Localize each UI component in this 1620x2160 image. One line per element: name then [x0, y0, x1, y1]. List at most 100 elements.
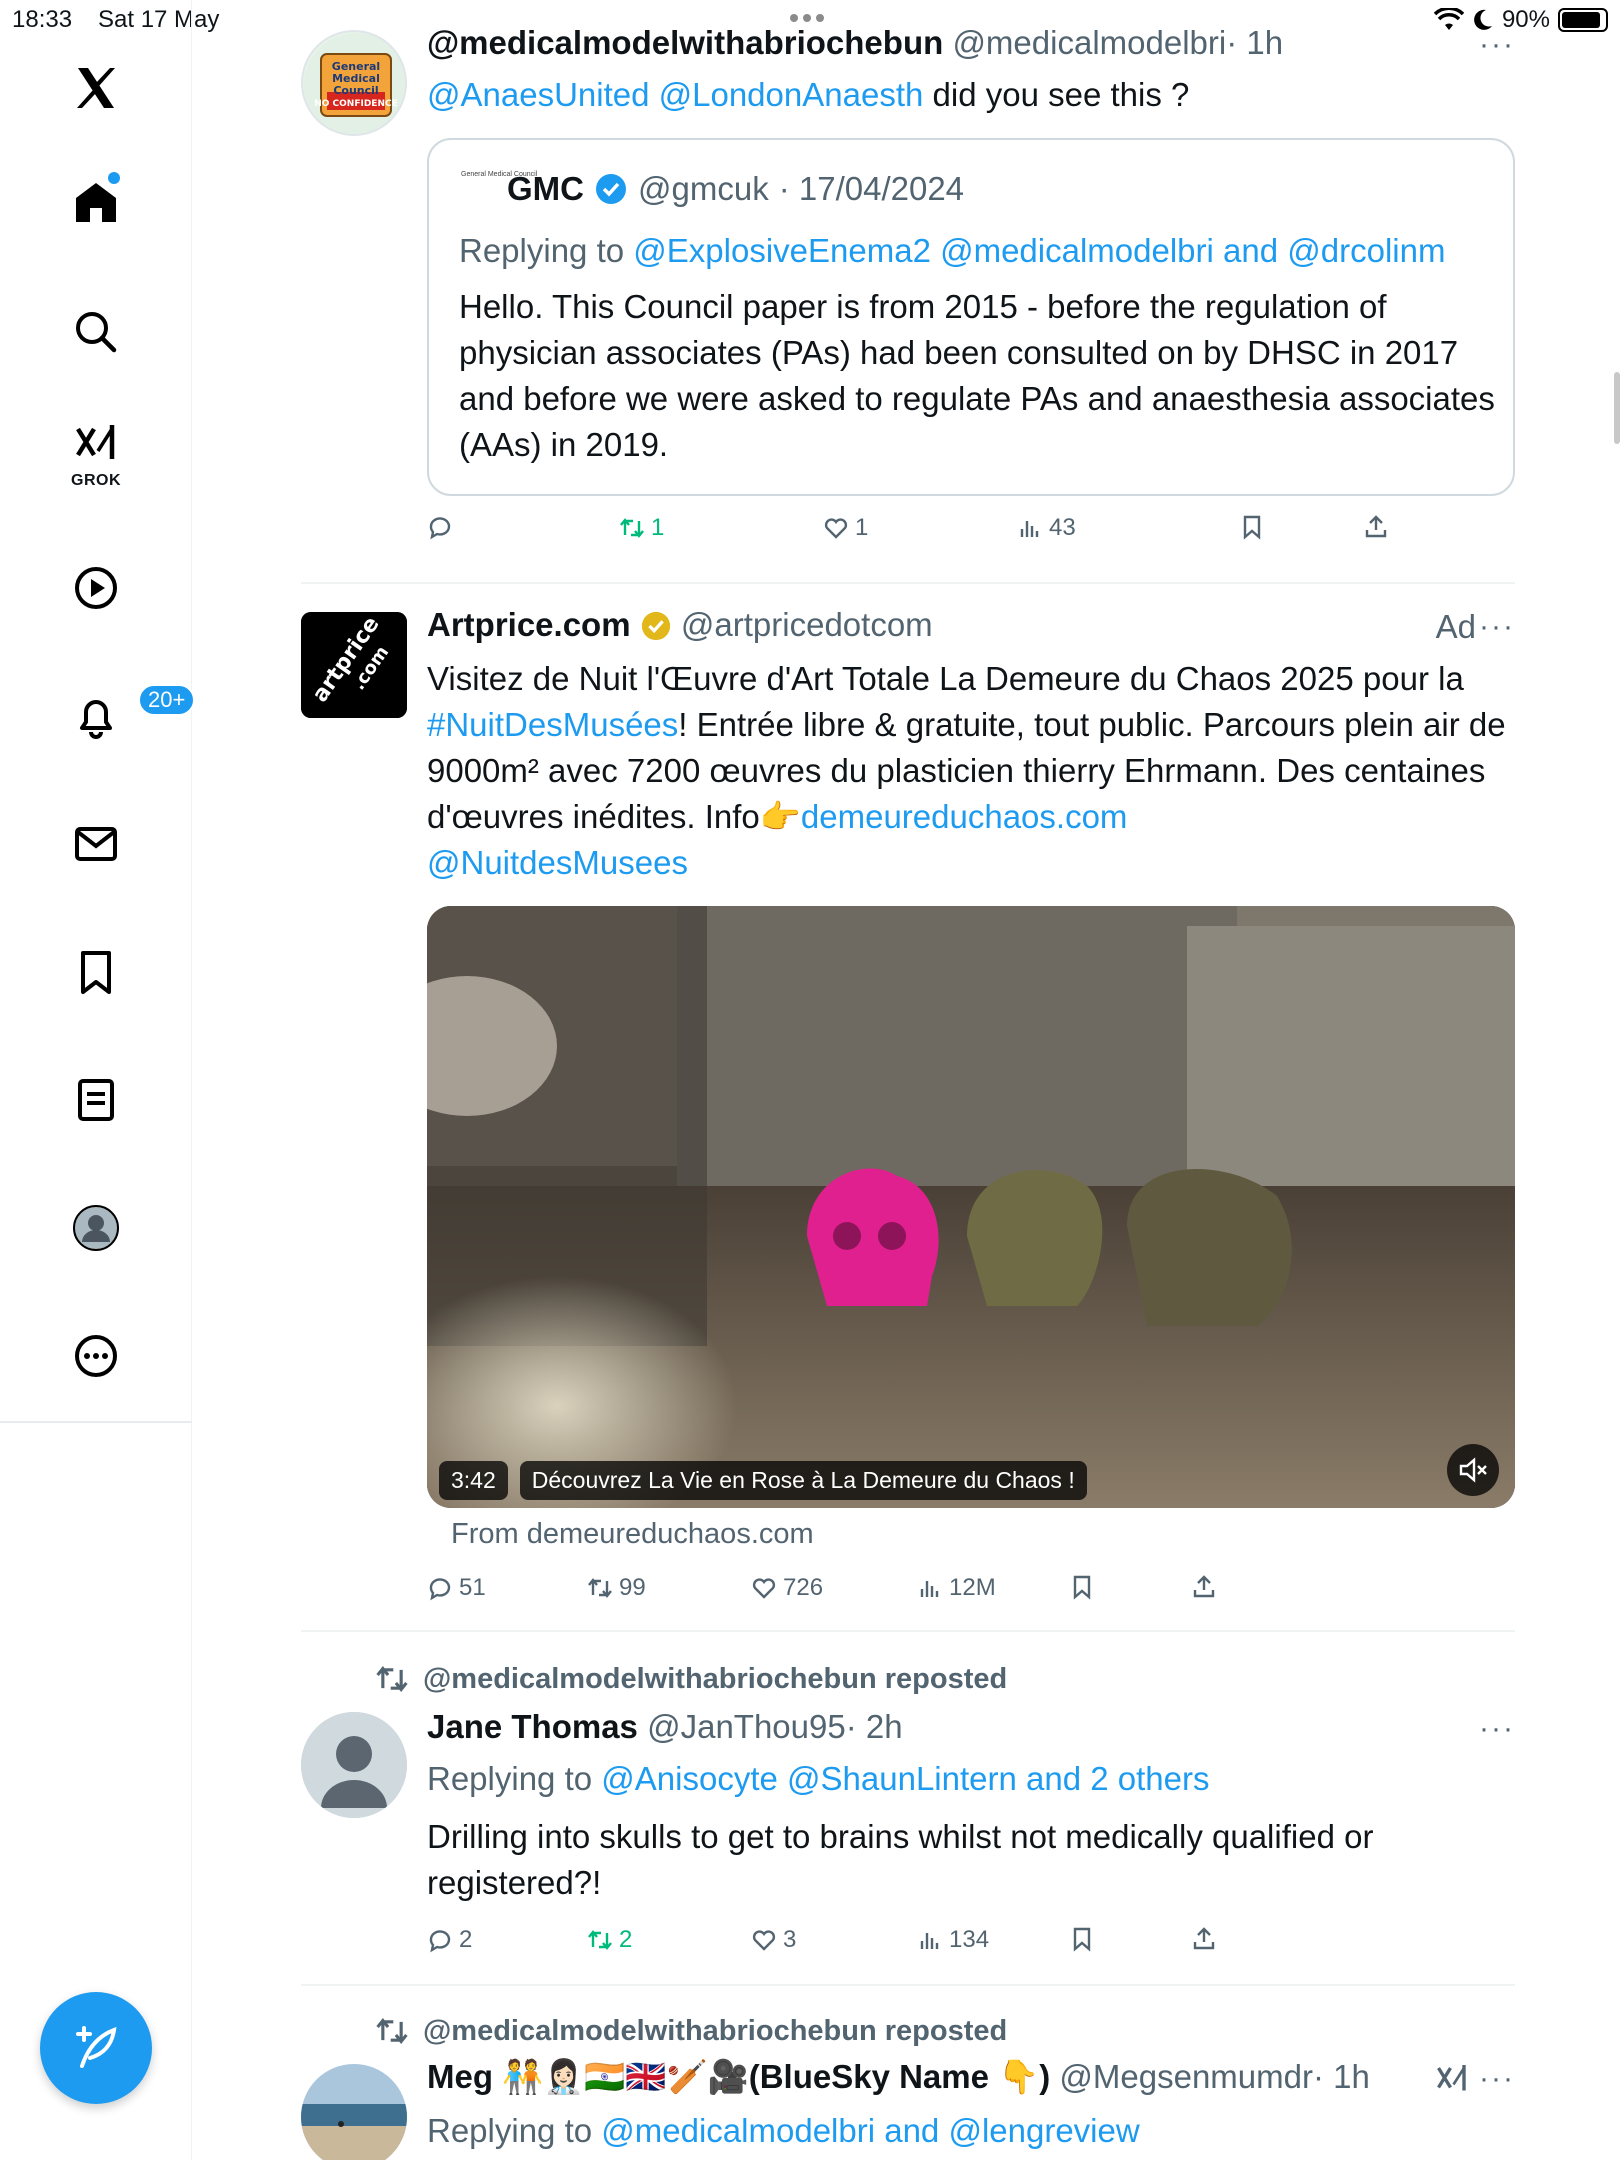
svg-text:Council: Council	[333, 84, 378, 97]
video-title: Découvrez La Vie en Rose à La Demeure du…	[519, 1461, 1087, 1500]
reposted-by: @medicalmodelwithabriochebun reposted	[423, 1662, 1008, 1695]
reposted-by: @medicalmodelwithabriochebun reposted	[423, 2014, 1008, 2047]
sidebar-item-notifications[interactable]: 20+	[50, 676, 196, 756]
repost-count: 2	[619, 1926, 633, 1953]
compose-post-button[interactable]	[40, 1992, 152, 2104]
author-handle[interactable]: @JanThou95	[647, 1708, 846, 1745]
heart-icon	[824, 518, 848, 539]
bookmark-button[interactable]	[1239, 514, 1265, 540]
author-handle[interactable]: @artpricedotcom	[681, 606, 933, 643]
hashtag-link[interactable]: #NuitDesMusées	[427, 706, 678, 743]
share-button[interactable]	[1191, 1574, 1217, 1600]
like-button[interactable]: 1	[823, 514, 868, 542]
video-player[interactable]: 3:42 Découvrez La Vie en Rose à La Demeu…	[427, 906, 1515, 1508]
sidebar-item-more[interactable]	[50, 1316, 142, 1396]
like-count: 3	[783, 1926, 797, 1953]
sidebar-item-bookmarks[interactable]	[50, 932, 142, 1012]
post-header: Artprice.com @artpricedotcom	[427, 606, 933, 644]
quote-author-name: GMC	[507, 170, 584, 207]
author-name[interactable]: @medicalmodelwithabriochebun	[427, 24, 943, 61]
scrollbar[interactable]	[1614, 372, 1620, 444]
views-button[interactable]: 12M	[917, 1574, 996, 1602]
repost-icon	[376, 1666, 408, 1692]
replying-to-handles[interactable]: @Anisocyte @ShaunLintern and 2 others	[601, 1760, 1209, 1797]
reply-button[interactable]	[427, 514, 459, 540]
more-circle-icon	[75, 1335, 117, 1377]
video-caption: 3:42 Découvrez La Vie en Rose à La Demeu…	[439, 1461, 1087, 1500]
reply-button[interactable]: 51	[427, 1574, 486, 1602]
avatar[interactable]: artprice .com	[301, 612, 407, 718]
repost-button[interactable]: 2	[587, 1926, 632, 1954]
video-duration: 3:42	[439, 1461, 508, 1500]
post-more-button[interactable]: ···	[1479, 1712, 1515, 1746]
post-time[interactable]: · 1h	[1226, 24, 1283, 61]
bookmark-button[interactable]	[1069, 1574, 1095, 1600]
post-mentions[interactable]: @AnaesUnited @LondonAnaesth	[427, 76, 923, 113]
external-link[interactable]: demeureduchaos.com	[801, 798, 1128, 835]
timeline-feed[interactable]: General Medical Council NO CONFIDENCE @medi…	[193, 0, 1620, 2160]
reply-icon	[429, 517, 451, 540]
profile-avatar-icon	[73, 1205, 119, 1251]
mute-button[interactable]	[1447, 1444, 1499, 1496]
quote-replying-line: Replying to @ExplosiveEnema2 @medicalmod…	[459, 228, 1499, 274]
x-logo-icon[interactable]	[50, 48, 142, 128]
replying-to-handles[interactable]: @ExplosiveEnema2 @medicalmodelbri and @d…	[633, 232, 1445, 269]
bookmark-icon	[1243, 515, 1261, 540]
repost-count: 99	[619, 1574, 646, 1601]
sidebar-divider	[0, 1421, 192, 1423]
post-more-button[interactable]: ···	[1479, 28, 1515, 62]
video-source[interactable]: From demeureduchaos.com	[451, 1518, 814, 1551]
bookmark-button[interactable]	[1069, 1926, 1095, 1952]
like-button[interactable]: 3	[751, 1926, 796, 1954]
quote-text: Hello. This Council paper is from 2015 -…	[459, 288, 1495, 463]
post-more-button[interactable]: ···	[1479, 2062, 1515, 2096]
verified-badge-icon	[596, 174, 626, 204]
repost-icon	[588, 1930, 612, 1950]
sidebar-item-videos[interactable]	[50, 548, 142, 628]
post-more-button[interactable]: ···	[1479, 610, 1515, 644]
views-button[interactable]: 43	[1017, 514, 1076, 542]
video-thumbnail	[427, 906, 1515, 1508]
repost-button[interactable]: 1	[619, 514, 664, 542]
share-button[interactable]	[1363, 514, 1389, 540]
post-time[interactable]: · 1h	[1313, 2058, 1370, 2095]
repost-indicator[interactable]: @medicalmodelwithabriochebun reposted	[375, 2014, 1007, 2048]
author-name[interactable]: Artprice.com	[427, 606, 631, 643]
muted-speaker-icon	[1459, 1457, 1487, 1483]
author-handle[interactable]: @Megsenmumdr	[1059, 2058, 1313, 2095]
views-button[interactable]: 134	[917, 1926, 989, 1954]
author-name[interactable]: Jane Thomas	[427, 1708, 638, 1745]
share-button[interactable]	[1191, 1926, 1217, 1952]
post-separator	[301, 582, 1515, 584]
avatar[interactable]	[301, 1712, 407, 1818]
reply-button[interactable]: 2	[427, 1926, 472, 1954]
post-body-part1: Visitez de Nuit l'Œuvre d'Art Totale La …	[427, 660, 1464, 697]
bookmark-icon	[81, 951, 111, 994]
play-circle-icon	[75, 567, 117, 609]
post-body: did you see this ?	[932, 76, 1190, 113]
mention-link[interactable]: @NuitdesMusees	[427, 844, 688, 881]
repost-icon	[588, 1578, 612, 1598]
compose-feather-icon	[76, 2026, 117, 2068]
repost-button[interactable]: 99	[587, 1574, 646, 1602]
author-name[interactable]: Meg 🧑‍🤝‍🧑👩🏻‍⚕️🇮🇳🇬🇧🏏🎥(BlueSky Name 👇)	[427, 2058, 1050, 2095]
author-handle[interactable]: @medicalmodelbri	[952, 24, 1226, 61]
sidebar-item-messages[interactable]	[50, 804, 142, 884]
quoted-post[interactable]: General Medical Council GMC @gmcuk · 17/0…	[427, 138, 1515, 496]
views-chart-icon	[920, 1933, 939, 1949]
post-time[interactable]: · 2h	[846, 1708, 903, 1745]
sidebar-item-lists[interactable]	[50, 1060, 142, 1140]
sidebar-item-grok[interactable]: GROK	[50, 414, 142, 494]
sidebar-item-profile[interactable]	[50, 1188, 142, 1268]
grok-icon[interactable]	[1434, 2062, 1470, 2098]
replying-line: Replying to @Anisocyte @ShaunLintern and…	[427, 1756, 1507, 1802]
gold-verified-badge-icon	[641, 611, 670, 641]
repost-indicator[interactable]: @medicalmodelwithabriochebun reposted	[375, 1662, 1007, 1696]
like-button[interactable]: 726	[751, 1574, 823, 1602]
quote-date: · 17/04/2024	[778, 170, 965, 207]
sidebar-item-explore[interactable]	[50, 292, 142, 372]
replying-to-handles[interactable]: @medicalmodelbri and @lengreview	[601, 2112, 1139, 2149]
sidebar-item-home[interactable]	[50, 162, 142, 242]
avatar[interactable]: General Medical Council NO CONFIDENCE	[301, 30, 407, 136]
avatar[interactable]	[301, 2064, 407, 2160]
